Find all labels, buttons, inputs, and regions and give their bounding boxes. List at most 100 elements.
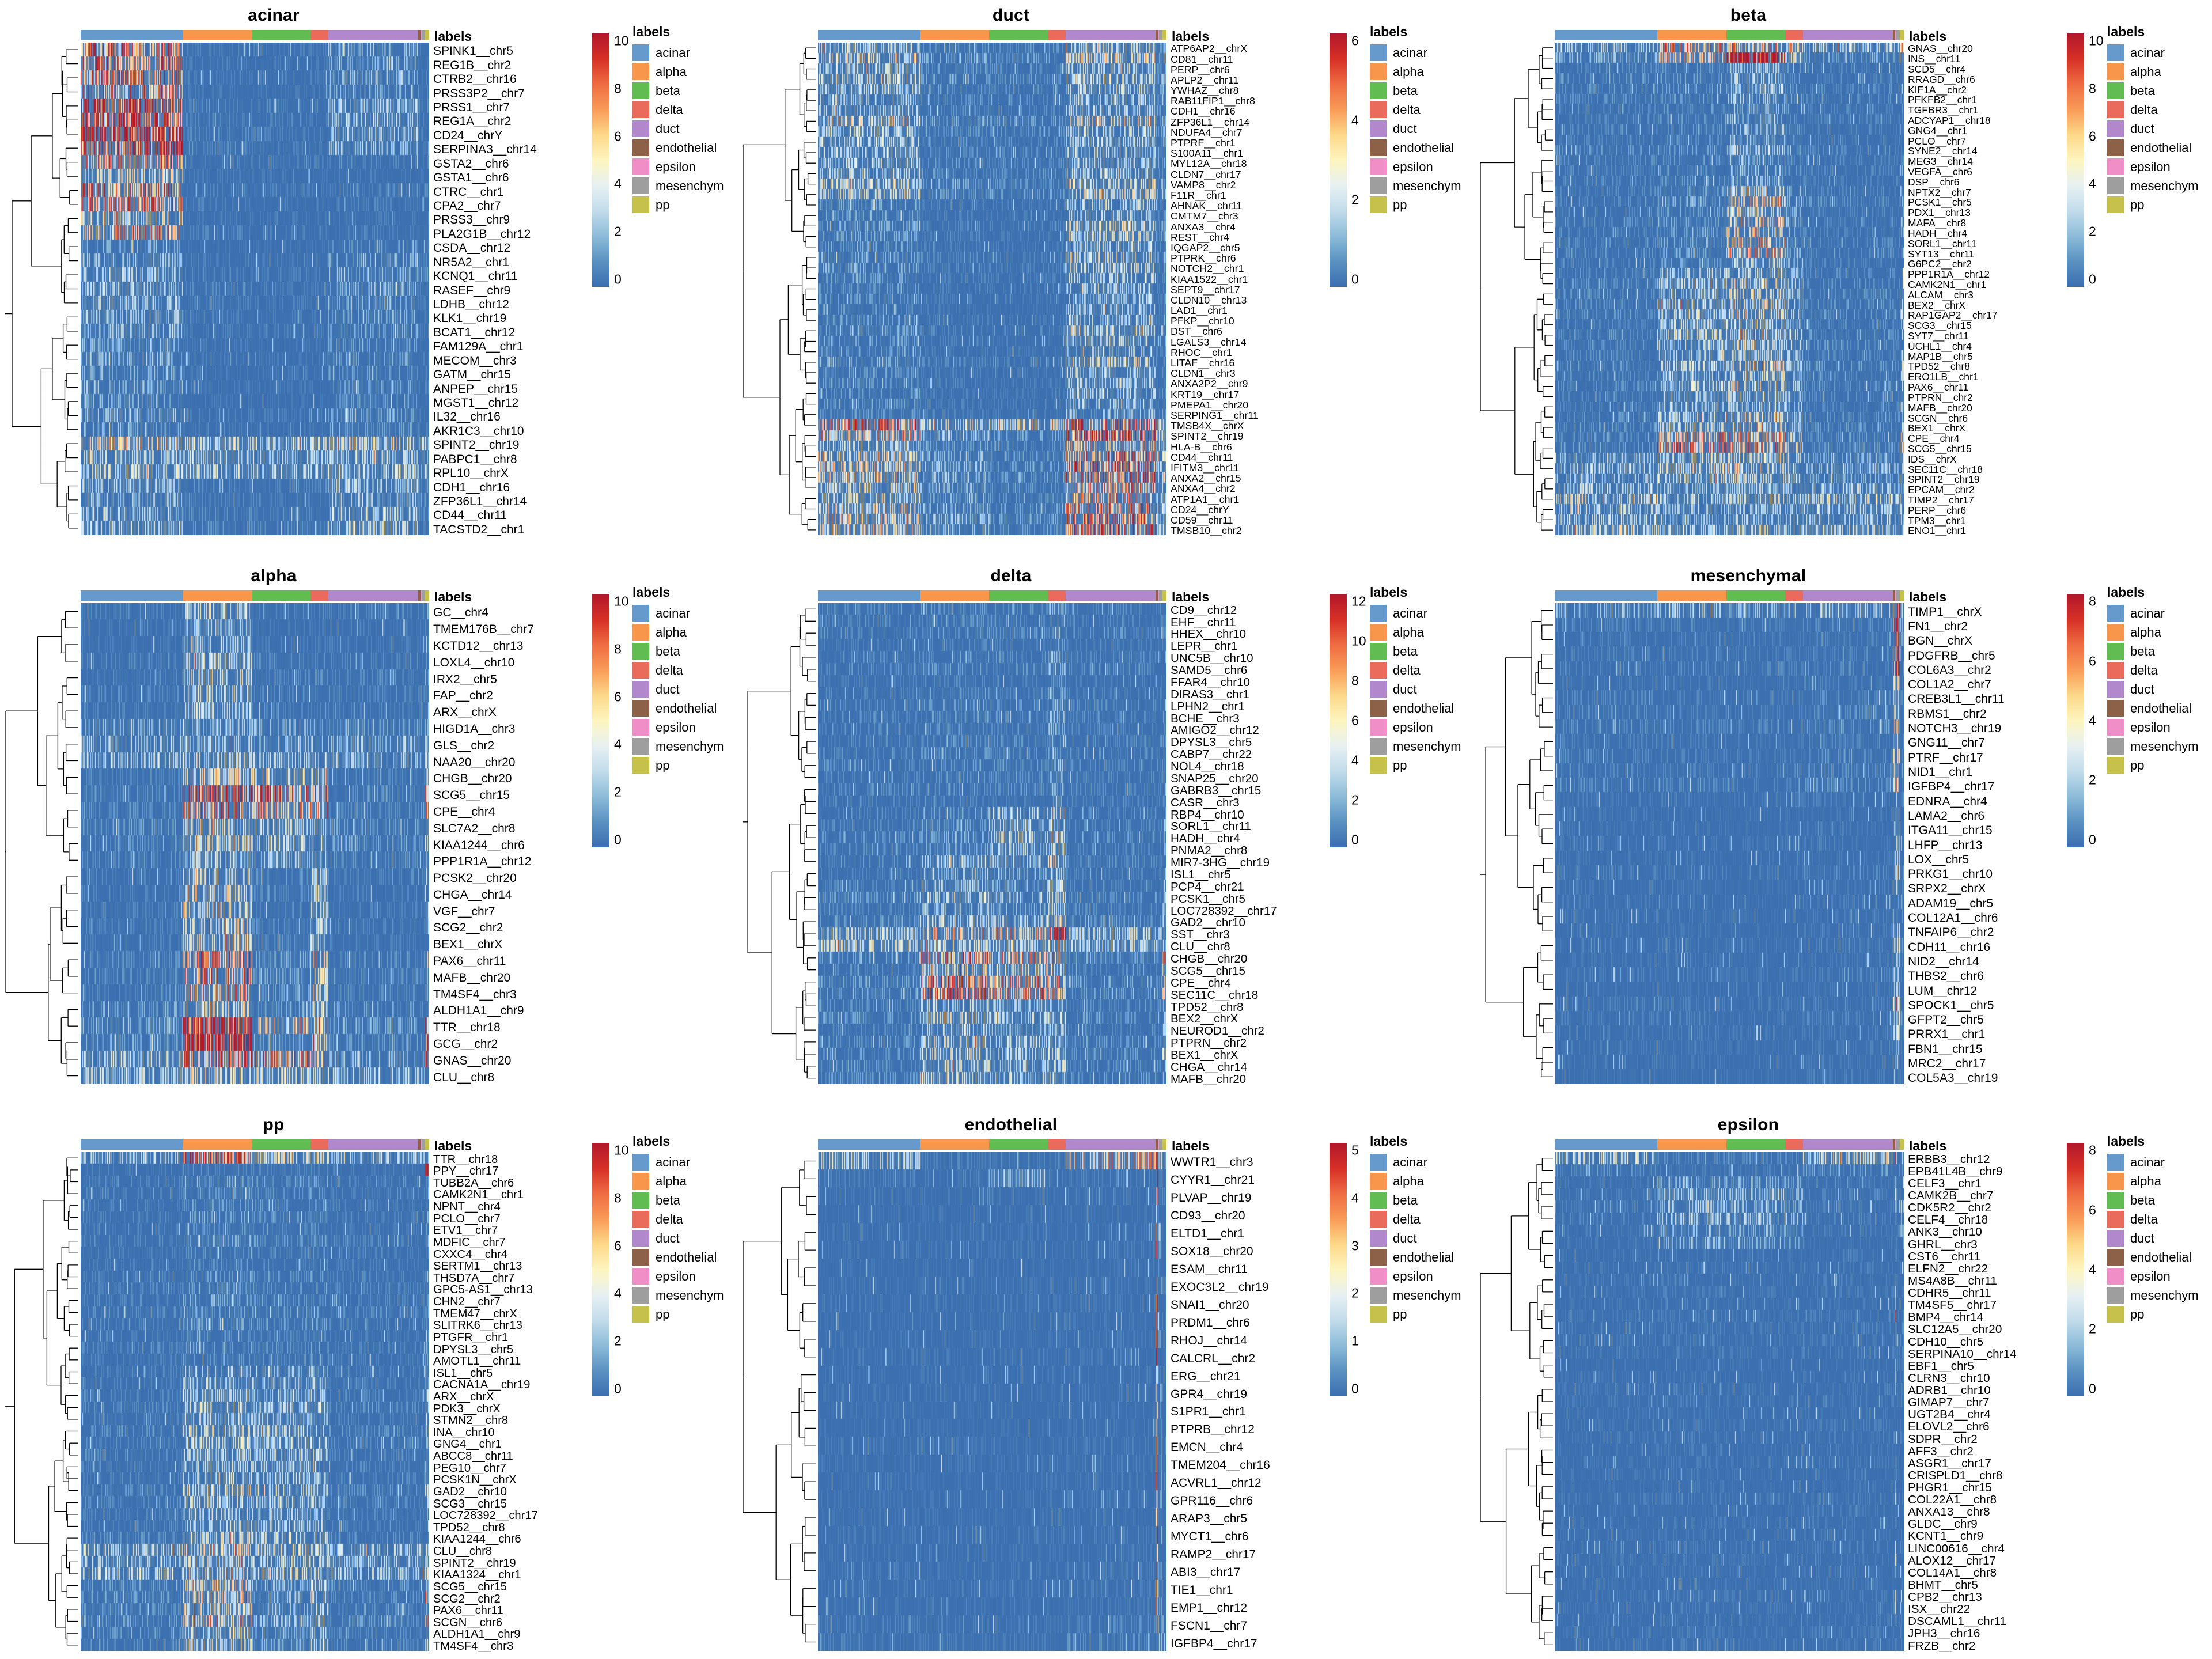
legend-item-acinar[interactable]: acinar xyxy=(1370,43,1461,62)
legend-item-pp[interactable]: pp xyxy=(1370,1305,1461,1324)
legend-item-acinar[interactable]: acinar xyxy=(632,1153,724,1172)
legend-item-acinar[interactable]: acinar xyxy=(1370,604,1461,623)
legend-item-mesenchym[interactable]: mesenchym xyxy=(632,176,724,195)
legend-item-delta[interactable]: delta xyxy=(632,661,724,680)
legend-item-delta[interactable]: delta xyxy=(632,1210,724,1229)
legend-item-epsilon[interactable]: epsilon xyxy=(632,1267,724,1286)
gene-label: GPC5-AS1__chr13 xyxy=(433,1283,533,1297)
legend-item-endothelial[interactable]: endothelial xyxy=(632,138,724,157)
legend-item-alpha[interactable]: alpha xyxy=(632,623,724,642)
legend-item-beta[interactable]: beta xyxy=(632,81,724,100)
legend-item-endothelial[interactable]: endothelial xyxy=(632,1248,724,1267)
legend-item-acinar[interactable]: acinar xyxy=(2107,1153,2199,1172)
legend-item-delta[interactable]: delta xyxy=(2107,100,2199,119)
legend-item-endothelial[interactable]: endothelial xyxy=(1370,138,1461,157)
legend-item-acinar[interactable]: acinar xyxy=(632,43,724,62)
legend-item-duct[interactable]: duct xyxy=(2107,680,2199,699)
legend-label: pp xyxy=(656,197,670,212)
legend-item-alpha[interactable]: alpha xyxy=(2107,62,2199,81)
legend-item-pp[interactable]: pp xyxy=(1370,195,1461,214)
legend-label: endothelial xyxy=(2130,140,2192,155)
legend-item-beta[interactable]: beta xyxy=(2107,81,2199,100)
legend-item-epsilon[interactable]: epsilon xyxy=(1370,1267,1461,1286)
legend-item-delta[interactable]: delta xyxy=(1370,1210,1461,1229)
legend-item-pp[interactable]: pp xyxy=(2107,1305,2199,1324)
legend-item-endothelial[interactable]: endothelial xyxy=(2107,138,2199,157)
legend-item-delta[interactable]: delta xyxy=(632,100,724,119)
legend-item-epsilon[interactable]: epsilon xyxy=(632,157,724,176)
legend-item-duct[interactable]: duct xyxy=(2107,119,2199,138)
gene-label: F11R__chr1 xyxy=(1171,190,1226,201)
legend-item-endothelial[interactable]: endothelial xyxy=(632,699,724,718)
legend-item-pp[interactable]: pp xyxy=(632,195,724,214)
legend-item-mesenchym[interactable]: mesenchym xyxy=(1370,1286,1461,1305)
legend-item-mesenchym[interactable]: mesenchym xyxy=(2107,1286,2199,1305)
legend-item-pp[interactable]: pp xyxy=(2107,195,2199,214)
legend-item-beta[interactable]: beta xyxy=(632,1191,724,1210)
legend-item-acinar[interactable]: acinar xyxy=(1370,1153,1461,1172)
legend-item-epsilon[interactable]: epsilon xyxy=(2107,718,2199,737)
legend-item-mesenchym[interactable]: mesenchym xyxy=(632,737,724,756)
legend-swatch-beta xyxy=(2107,1192,2124,1209)
legend-item-pp[interactable]: pp xyxy=(2107,756,2199,775)
legend-item-delta[interactable]: delta xyxy=(1370,661,1461,680)
legend-item-epsilon[interactable]: epsilon xyxy=(2107,157,2199,176)
legend-item-mesenchym[interactable]: mesenchym xyxy=(2107,176,2199,195)
legend-item-delta[interactable]: delta xyxy=(2107,1210,2199,1229)
gene-label: SERTM1__chr13 xyxy=(433,1260,522,1273)
legend-item-pp[interactable]: pp xyxy=(1370,756,1461,775)
legend-item-acinar[interactable]: acinar xyxy=(2107,43,2199,62)
legend-item-epsilon[interactable]: epsilon xyxy=(2107,1267,2199,1286)
legend-item-duct[interactable]: duct xyxy=(632,119,724,138)
legend-item-duct[interactable]: duct xyxy=(632,680,724,699)
legend-item-mesenchym[interactable]: mesenchym xyxy=(632,1286,724,1305)
legend-item-delta[interactable]: delta xyxy=(2107,661,2199,680)
legend-item-alpha[interactable]: alpha xyxy=(1370,623,1461,642)
legend-item-duct[interactable]: duct xyxy=(2107,1229,2199,1248)
annotation-segment-delta xyxy=(1785,30,1804,40)
legend-item-beta[interactable]: beta xyxy=(632,642,724,661)
legend-item-duct[interactable]: duct xyxy=(1370,1229,1461,1248)
legend-item-endothelial[interactable]: endothelial xyxy=(1370,1248,1461,1267)
legend-item-alpha[interactable]: alpha xyxy=(2107,623,2199,642)
legend-item-beta[interactable]: beta xyxy=(1370,642,1461,661)
legend-item-mesenchym[interactable]: mesenchym xyxy=(1370,737,1461,756)
legend-item-acinar[interactable]: acinar xyxy=(632,604,724,623)
legend-item-mesenchym[interactable]: mesenchym xyxy=(2107,737,2199,756)
legend-item-beta[interactable]: beta xyxy=(1370,1191,1461,1210)
gene-label: PHGR1__chr15 xyxy=(1908,1480,1993,1494)
cell-type-legend: labels acinar alpha beta delta duct endothelia… xyxy=(632,24,724,214)
legend-item-endothelial[interactable]: endothelial xyxy=(1370,699,1461,718)
legend-swatch-delta xyxy=(1370,101,1387,118)
legend-item-pp[interactable]: pp xyxy=(632,756,724,775)
legend-item-duct[interactable]: duct xyxy=(1370,119,1461,138)
legend-item-epsilon[interactable]: epsilon xyxy=(1370,718,1461,737)
gene-label: DIRAS3__chr1 xyxy=(1171,687,1249,701)
legend-item-alpha[interactable]: alpha xyxy=(632,62,724,81)
legend-item-endothelial[interactable]: endothelial xyxy=(2107,699,2199,718)
legend-item-alpha[interactable]: alpha xyxy=(1370,62,1461,81)
legend-swatch-mesenchym xyxy=(632,177,649,194)
gene-label: INA__chr10 xyxy=(433,1426,495,1439)
colorbar-tick-label: 8 xyxy=(1351,673,1359,688)
gene-label: PMEPA1__chr20 xyxy=(1171,399,1249,411)
legend-item-alpha[interactable]: alpha xyxy=(632,1172,724,1191)
legend-item-beta[interactable]: beta xyxy=(2107,1191,2199,1210)
legend-item-mesenchym[interactable]: mesenchym xyxy=(1370,176,1461,195)
legend-item-epsilon[interactable]: epsilon xyxy=(1370,157,1461,176)
legend-item-alpha[interactable]: alpha xyxy=(2107,1172,2199,1191)
legend-item-endothelial[interactable]: endothelial xyxy=(2107,1248,2199,1267)
legend-item-pp[interactable]: pp xyxy=(632,1305,724,1324)
legend-item-delta[interactable]: delta xyxy=(1370,100,1461,119)
legend-item-duct[interactable]: duct xyxy=(632,1229,724,1248)
legend-item-acinar[interactable]: acinar xyxy=(2107,604,2199,623)
legend-swatch-epsilon xyxy=(2107,158,2124,175)
legend-item-beta[interactable]: beta xyxy=(2107,642,2199,661)
annotation-segment-acinar xyxy=(818,1139,921,1150)
legend-item-beta[interactable]: beta xyxy=(1370,81,1461,100)
gene-label: BHMT__chr5 xyxy=(1908,1578,1978,1592)
legend-title: labels xyxy=(632,24,671,39)
legend-item-epsilon[interactable]: epsilon xyxy=(632,718,724,737)
legend-item-alpha[interactable]: alpha xyxy=(1370,1172,1461,1191)
legend-item-duct[interactable]: duct xyxy=(1370,680,1461,699)
